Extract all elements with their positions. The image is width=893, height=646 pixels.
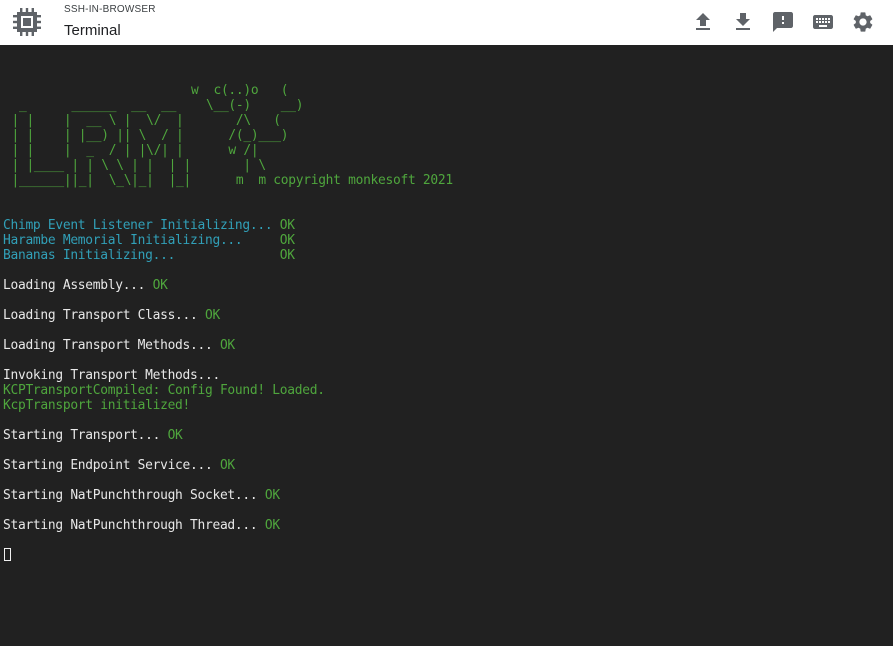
terminal-line: Starting Endpoint Service... OK bbox=[3, 458, 325, 473]
status-ok: OK bbox=[219, 338, 235, 353]
terminal-cursor[interactable] bbox=[4, 548, 11, 561]
line-text: Starting Transport... bbox=[3, 428, 168, 443]
status-ok: OK bbox=[152, 278, 168, 293]
chip-icon bbox=[13, 8, 41, 36]
upload-icon bbox=[696, 13, 710, 30]
line-text: Loading Transport Class... bbox=[3, 308, 205, 323]
ascii-art-banner: w c(..)o ( _ ______ __ __ \__(-) __) | |… bbox=[11, 83, 453, 188]
terminal-line: Loading Transport Methods... OK bbox=[3, 338, 325, 353]
title-block: SSH-IN-BROWSER Terminal bbox=[64, 4, 156, 41]
terminal-line: Loading Assembly... OK bbox=[3, 278, 325, 293]
status-ok: OK bbox=[219, 458, 235, 473]
terminal-screen[interactable]: w c(..)o ( _ ______ __ __ \__(-) __) | |… bbox=[0, 45, 893, 646]
terminal-line: Starting NatPunchthrough Socket... OK bbox=[3, 488, 325, 503]
terminal-line: Harambe Memorial Initializing... OK bbox=[3, 233, 325, 248]
line-text: Starting NatPunchthrough Thread... bbox=[3, 518, 265, 533]
terminal-output: Chimp Event Listener Initializing... OK H… bbox=[3, 218, 325, 533]
line-text: Starting NatPunchthrough Socket... bbox=[3, 488, 265, 503]
line-text: Bananas Initializing... bbox=[3, 248, 280, 263]
terminal-line: KcpTransport initialized! bbox=[3, 398, 325, 413]
keyboard-button[interactable] bbox=[811, 10, 835, 34]
line-text: KcpTransport initialized! bbox=[3, 398, 191, 413]
toolbar-actions bbox=[675, 10, 875, 34]
gear-icon bbox=[853, 12, 873, 32]
terminal-line: Loading Transport Class... OK bbox=[3, 308, 325, 323]
line-text: Chimp Event Listener Initializing... bbox=[3, 218, 280, 233]
terminal-line: Starting NatPunchthrough Thread... OK bbox=[3, 518, 325, 533]
feedback-button[interactable] bbox=[771, 10, 795, 34]
status-ok: OK bbox=[279, 248, 295, 263]
status-ok: OK bbox=[279, 233, 295, 248]
keyboard-icon bbox=[813, 15, 833, 29]
download-file-button[interactable] bbox=[731, 10, 755, 34]
status-ok: OK bbox=[279, 218, 295, 233]
status-ok: OK bbox=[167, 428, 183, 443]
status-ok: OK bbox=[264, 488, 280, 503]
terminal-line: Bananas Initializing... OK bbox=[3, 248, 325, 263]
line-text: Harambe Memorial Initializing... bbox=[3, 233, 280, 248]
line-text: Loading Assembly... bbox=[3, 278, 153, 293]
terminal-line: KCPTransportCompiled: Config Found! Load… bbox=[3, 383, 325, 398]
download-icon bbox=[736, 13, 750, 30]
terminal-line: Starting Transport... OK bbox=[3, 428, 325, 443]
feedback-icon bbox=[773, 12, 793, 32]
terminal-line: Invoking Transport Methods... bbox=[3, 368, 325, 383]
status-ok: OK bbox=[264, 518, 280, 533]
line-text: KCPTransportCompiled: Config Found! Load… bbox=[3, 383, 325, 398]
status-ok: OK bbox=[204, 308, 220, 323]
app-header: SSH-IN-BROWSER Terminal bbox=[0, 0, 893, 45]
app-name: SSH-IN-BROWSER bbox=[64, 4, 156, 15]
settings-button[interactable] bbox=[851, 10, 875, 34]
line-text: Starting Endpoint Service... bbox=[3, 458, 220, 473]
upload-file-button[interactable] bbox=[691, 10, 715, 34]
line-text: Loading Transport Methods... bbox=[3, 338, 220, 353]
line-text: Invoking Transport Methods... bbox=[3, 368, 220, 383]
terminal-line: Chimp Event Listener Initializing... OK bbox=[3, 218, 325, 233]
page-title: Terminal bbox=[64, 22, 121, 39]
